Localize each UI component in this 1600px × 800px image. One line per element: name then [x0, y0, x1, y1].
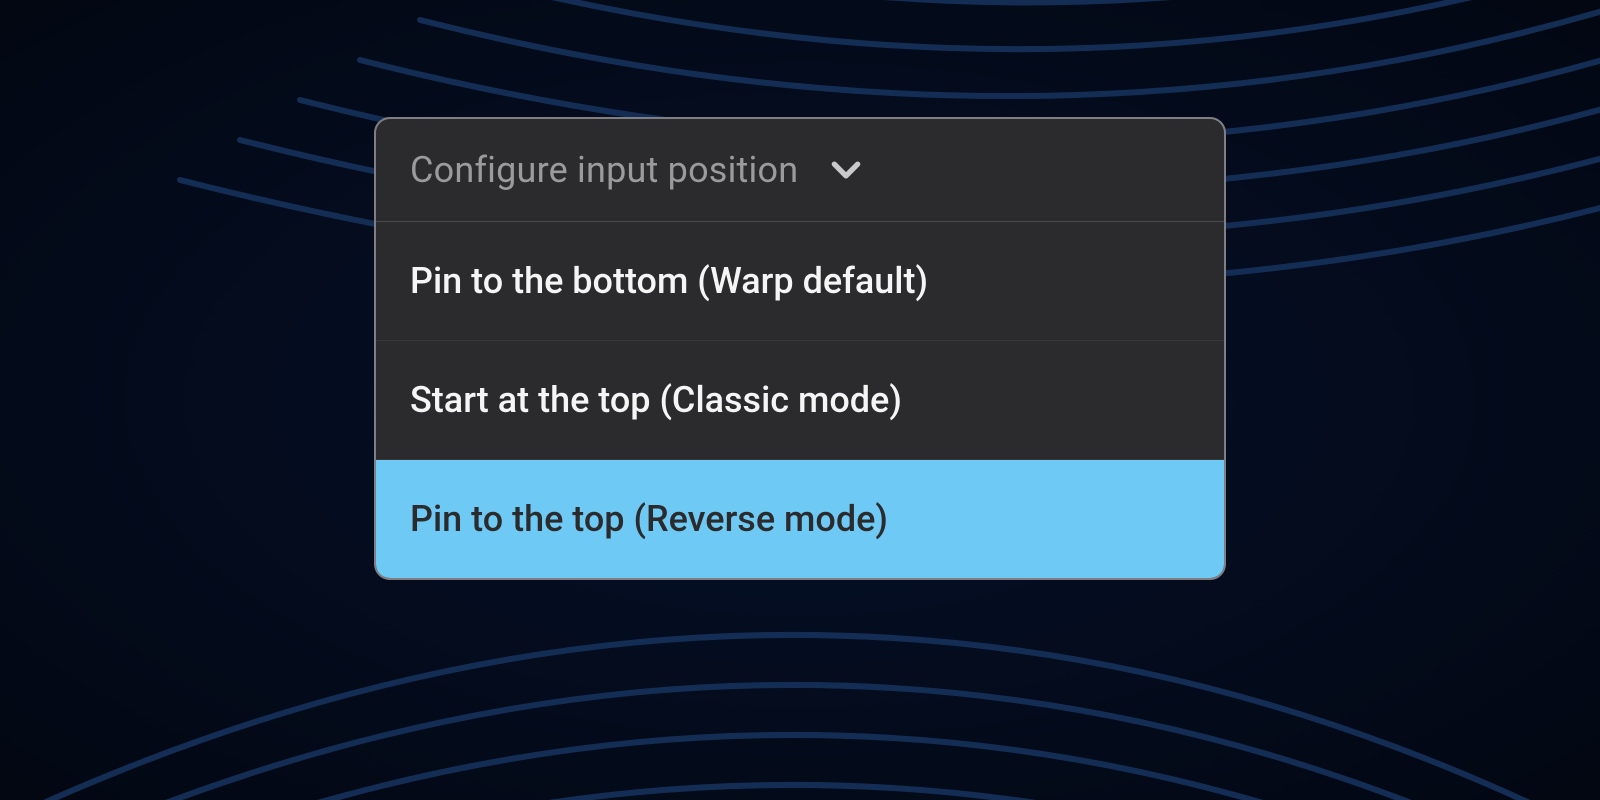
option-label: Pin to the bottom (Warp default)	[410, 260, 928, 302]
dropdown-header[interactable]: Configure input position	[376, 119, 1224, 222]
dropdown-title: Configure input position	[410, 149, 798, 191]
option-pin-bottom[interactable]: Pin to the bottom (Warp default)	[376, 222, 1224, 341]
input-position-dropdown[interactable]: Configure input position Pin to the bott…	[374, 117, 1226, 580]
option-start-top[interactable]: Start at the top (Classic mode)	[376, 341, 1224, 460]
option-pin-top[interactable]: Pin to the top (Reverse mode)	[376, 460, 1224, 578]
option-label: Pin to the top (Reverse mode)	[410, 498, 888, 540]
chevron-down-icon	[826, 150, 866, 190]
option-label: Start at the top (Classic mode)	[410, 379, 902, 421]
